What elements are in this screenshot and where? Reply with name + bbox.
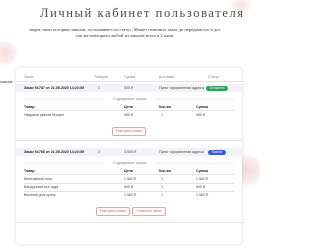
- item-qty: 1: [161, 193, 163, 197]
- item-col-product: Товар: [24, 105, 35, 109]
- order-total: 3 500 ₽: [124, 150, 137, 154]
- order-contents-label: Содержимое заказа: [113, 97, 147, 101]
- order-delivery: Пункт оформления адреса: [159, 86, 204, 90]
- item-price: 1 500 ₽: [124, 193, 137, 197]
- col-header-total: Сумма: [124, 75, 136, 79]
- item-col-product: Товар: [24, 169, 35, 173]
- order-title[interactable]: Заказ №787 от 21.05.2020 14:23:59: [24, 86, 84, 90]
- item-sum: 1 500 ₽: [196, 177, 209, 181]
- repeat-order-button[interactable]: Повторить заказ: [96, 207, 130, 216]
- item-sum: 1 500 ₽: [196, 193, 209, 197]
- item-qty: 1: [161, 185, 163, 189]
- order-delivery: Пункт оформления адреса: [159, 150, 204, 154]
- item-col-qty: Кол-во: [159, 105, 172, 109]
- item-col-price: Цена: [124, 105, 133, 109]
- item-col-sum: Сумма: [196, 169, 208, 173]
- side-caption: омные: [0, 79, 13, 84]
- divider: [24, 174, 234, 175]
- divider: [154, 99, 234, 100]
- floral-decoration-left: [0, 40, 18, 66]
- order-items-count: 1: [98, 86, 100, 90]
- item-price: 300 ₽: [124, 113, 134, 117]
- item-name[interactable]: Вандорный все зуда: [24, 185, 58, 189]
- col-header-delivery: Доставка: [159, 75, 175, 79]
- col-header-status: Статус: [208, 75, 220, 79]
- item-col-sum: Сумма: [196, 105, 208, 109]
- page-description-line2: так же повторить любой из заказов всего …: [75, 33, 175, 38]
- divider: [16, 140, 242, 141]
- item-col-qty: Кол-во: [159, 169, 172, 173]
- divider: [16, 81, 242, 82]
- item-sum: 300 ₽: [196, 113, 206, 117]
- cancel-order-button[interactable]: Отменить заказ: [132, 207, 166, 216]
- orders-panel: Заказ Товаров Сумма Доставка Статус Зака…: [16, 68, 242, 244]
- item-qty: 1: [161, 113, 163, 117]
- item-qty: 1: [161, 177, 163, 181]
- page-header: Личный кабинет пользователя видит свою и…: [0, 0, 250, 40]
- page-description-line1: видит свою историю заказов, отслеживает …: [29, 27, 221, 32]
- order-title[interactable]: Заказ №786 от 21.05.2020 14:23:59: [24, 150, 84, 154]
- item-name[interactable]: Монтажный лось: [24, 177, 52, 181]
- item-sum: 500 ₽: [196, 185, 206, 189]
- item-price: 1 500 ₽: [124, 177, 137, 181]
- divider: [154, 163, 234, 164]
- page-title: Личный кабинет пользователя: [40, 6, 245, 20]
- item-price: 500 ₽: [124, 185, 134, 189]
- repeat-order-button[interactable]: Повторить заказ: [112, 127, 146, 136]
- item-name[interactable]: Нюдовка цветов Мощне: [24, 113, 64, 117]
- order-contents-label: Содержимое заказа: [113, 161, 147, 165]
- item-col-price: Цена: [124, 169, 133, 173]
- status-badge: Оплачено: [206, 85, 228, 91]
- status-badge: Принят: [208, 149, 226, 155]
- divider: [24, 110, 234, 111]
- divider: [16, 222, 242, 223]
- col-header-items: Товаров: [94, 75, 108, 79]
- divider: [24, 163, 104, 164]
- divider: [24, 99, 104, 100]
- divider: [24, 182, 234, 183]
- item-name[interactable]: Весенни для кухни: [24, 193, 56, 197]
- order-items-count: 3: [98, 150, 100, 154]
- col-header-order: Заказ: [24, 75, 34, 79]
- divider: [24, 190, 234, 191]
- order-total: 500 ₽: [124, 86, 134, 90]
